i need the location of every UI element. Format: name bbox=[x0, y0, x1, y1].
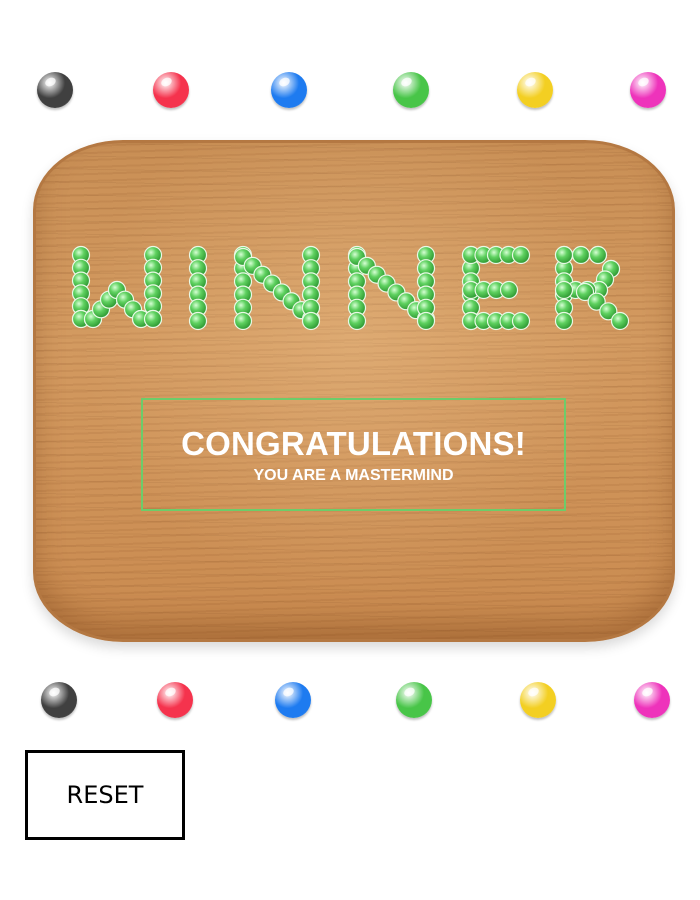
congratulations-subtitle: YOU ARE A MASTERMIND bbox=[253, 467, 454, 484]
peg-yellow[interactable] bbox=[517, 72, 553, 108]
winner-peg bbox=[588, 245, 608, 265]
reset-button[interactable]: RESET bbox=[25, 750, 185, 840]
peg-yellow[interactable] bbox=[520, 682, 556, 718]
winner-peg bbox=[511, 245, 531, 265]
winner-peg bbox=[233, 311, 253, 331]
winner-peg bbox=[301, 311, 321, 331]
winner-peg bbox=[347, 311, 367, 331]
winner-peg bbox=[416, 311, 436, 331]
congratulations-title: CONGRATULATIONS! bbox=[181, 425, 526, 462]
winner-peg bbox=[554, 280, 574, 300]
peg-blue[interactable] bbox=[275, 682, 311, 718]
peg-red[interactable] bbox=[153, 72, 189, 108]
winner-peg bbox=[554, 311, 574, 331]
peg-pink[interactable] bbox=[634, 682, 670, 718]
bottom-peg-row bbox=[0, 682, 700, 722]
peg-black[interactable] bbox=[41, 682, 77, 718]
winner-peg bbox=[571, 245, 591, 265]
peg-red[interactable] bbox=[157, 682, 193, 718]
peg-green[interactable] bbox=[396, 682, 432, 718]
winner-peg bbox=[554, 245, 574, 265]
congratulations-box: CONGRATULATIONS! YOU ARE A MASTERMIND bbox=[141, 398, 566, 511]
winner-peg bbox=[511, 311, 531, 331]
peg-black[interactable] bbox=[37, 72, 73, 108]
top-peg-row bbox=[0, 72, 700, 112]
winner-peg bbox=[188, 311, 208, 331]
peg-blue[interactable] bbox=[271, 72, 307, 108]
peg-green[interactable] bbox=[393, 72, 429, 108]
winner-peg bbox=[499, 280, 519, 300]
winner-peg-lettering bbox=[71, 245, 630, 331]
peg-pink[interactable] bbox=[630, 72, 666, 108]
winner-peg bbox=[143, 309, 163, 329]
winner-peg bbox=[610, 311, 630, 331]
